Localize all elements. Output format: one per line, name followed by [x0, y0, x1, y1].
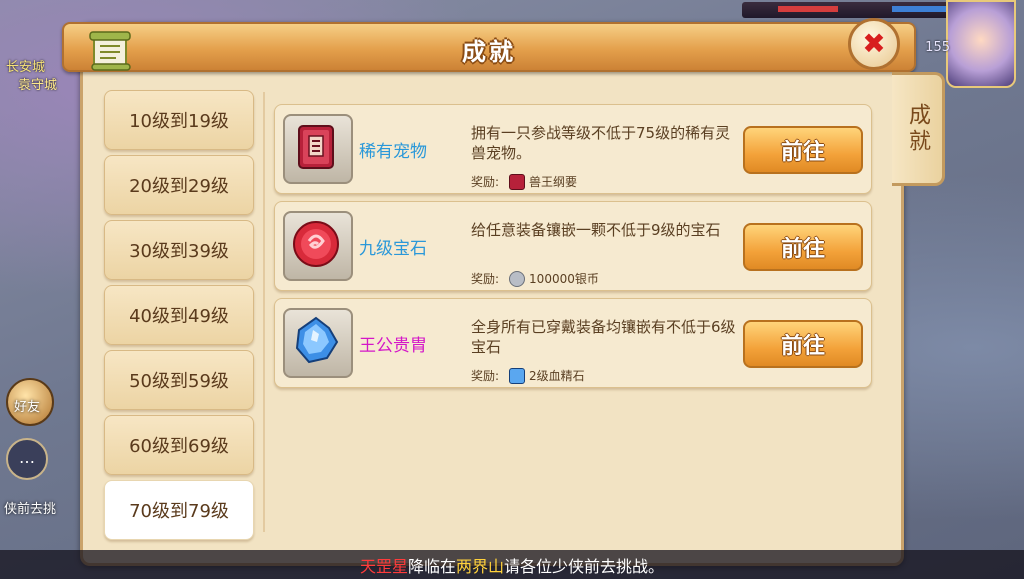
- level-range-list: 10级到19级 20级到29级 30级到39级 40级到49级 50级到59级 …: [104, 90, 254, 545]
- panel-title-bar: 成就: [62, 22, 916, 72]
- map-label: 长安城: [6, 60, 46, 75]
- player-level: 155: [925, 40, 950, 55]
- friend-label: 好友: [14, 400, 41, 415]
- ticker-boss: 天罡星: [359, 556, 408, 576]
- achievement-row: 九级宝石 给任意装备镶嵌一颗不低于9级的宝石 奖励: 100000银币 前往: [274, 201, 872, 291]
- announcement-ticker: 天罡星 降临在 两界山 请各位少侠前去挑战。: [0, 550, 1024, 579]
- level-range-item-selected[interactable]: 70级到79级: [104, 480, 254, 540]
- reward-label: 奖励:: [471, 175, 500, 189]
- player-avatar[interactable]: [946, 0, 1016, 88]
- level-range-item[interactable]: 40级到49级: [104, 285, 254, 345]
- status-bar: [742, 2, 962, 18]
- level-range-item[interactable]: 10级到19级: [104, 90, 254, 150]
- achievement-name: 稀有宠物: [359, 142, 427, 162]
- reward-value: 100000银币: [529, 272, 599, 286]
- tab-achievement-label: 成就: [905, 103, 930, 155]
- reward-value: 兽王纲要: [529, 175, 578, 189]
- achievement-icon-frame: [283, 114, 353, 184]
- reward-label: 奖励:: [471, 369, 500, 383]
- task-text: 侠前去挑: [4, 502, 57, 517]
- reward-value: 2级血精石: [529, 369, 585, 383]
- level-range-item[interactable]: 30级到39级: [104, 220, 254, 280]
- achievement-icon-frame: [283, 211, 353, 281]
- chat-button[interactable]: …: [6, 438, 48, 480]
- go-button[interactable]: 前往: [743, 320, 863, 368]
- go-button[interactable]: 前往: [743, 126, 863, 174]
- achievement-row: 稀有宠物 拥有一只参战等级不低于75级的稀有灵兽宠物。 奖励: 兽王纲要 前往: [274, 104, 872, 194]
- achievement-name: 王公贵胄: [359, 336, 427, 356]
- level-range-item[interactable]: 20级到29级: [104, 155, 254, 215]
- npc-label: 袁守城: [18, 78, 58, 93]
- tab-achievement[interactable]: 成就: [892, 72, 945, 186]
- book-icon: [509, 173, 526, 190]
- close-button[interactable]: ✖: [848, 18, 900, 70]
- level-range-item[interactable]: 60级到69级: [104, 415, 254, 475]
- scroll-icon: [89, 31, 131, 71]
- achievement-description: 全身所有已穿戴装备均镶嵌有不低于6级宝石: [471, 318, 736, 356]
- red-gem-icon: [293, 221, 339, 267]
- achievement-description: 拥有一只参战等级不低于75级的稀有灵兽宠物。: [471, 124, 731, 162]
- achievement-description: 给任意装备镶嵌一颗不低于9级的宝石: [471, 221, 721, 239]
- panel-title: 成就: [462, 38, 516, 66]
- level-range-item[interactable]: 50级到59级: [104, 350, 254, 410]
- ticker-location: 两界山: [456, 556, 505, 576]
- blue-crystal-icon: [509, 367, 526, 384]
- silver-coin-icon: [509, 270, 526, 287]
- blue-crystal-icon: [295, 316, 339, 364]
- reward-label: 奖励:: [471, 272, 500, 286]
- achievement-name: 九级宝石: [359, 239, 427, 259]
- ticker-text: 请各位少侠前去挑战。: [504, 556, 665, 576]
- close-icon: ✖: [862, 27, 886, 60]
- chat-icon: …: [19, 448, 35, 467]
- achievement-icon-frame: [283, 308, 353, 378]
- divider: [263, 92, 265, 532]
- go-button[interactable]: 前往: [743, 223, 863, 271]
- book-icon: [298, 125, 334, 169]
- achievement-reward: 奖励: 2级血精石: [471, 367, 585, 384]
- achievement-row: 王公贵胄 全身所有已穿戴装备均镶嵌有不低于6级宝石 奖励: 2级血精石 前往: [274, 298, 872, 388]
- achievement-reward: 奖励: 兽王纲要: [471, 173, 577, 190]
- achievement-reward: 奖励: 100000银币: [471, 270, 599, 287]
- ticker-text: 降临在: [407, 556, 456, 576]
